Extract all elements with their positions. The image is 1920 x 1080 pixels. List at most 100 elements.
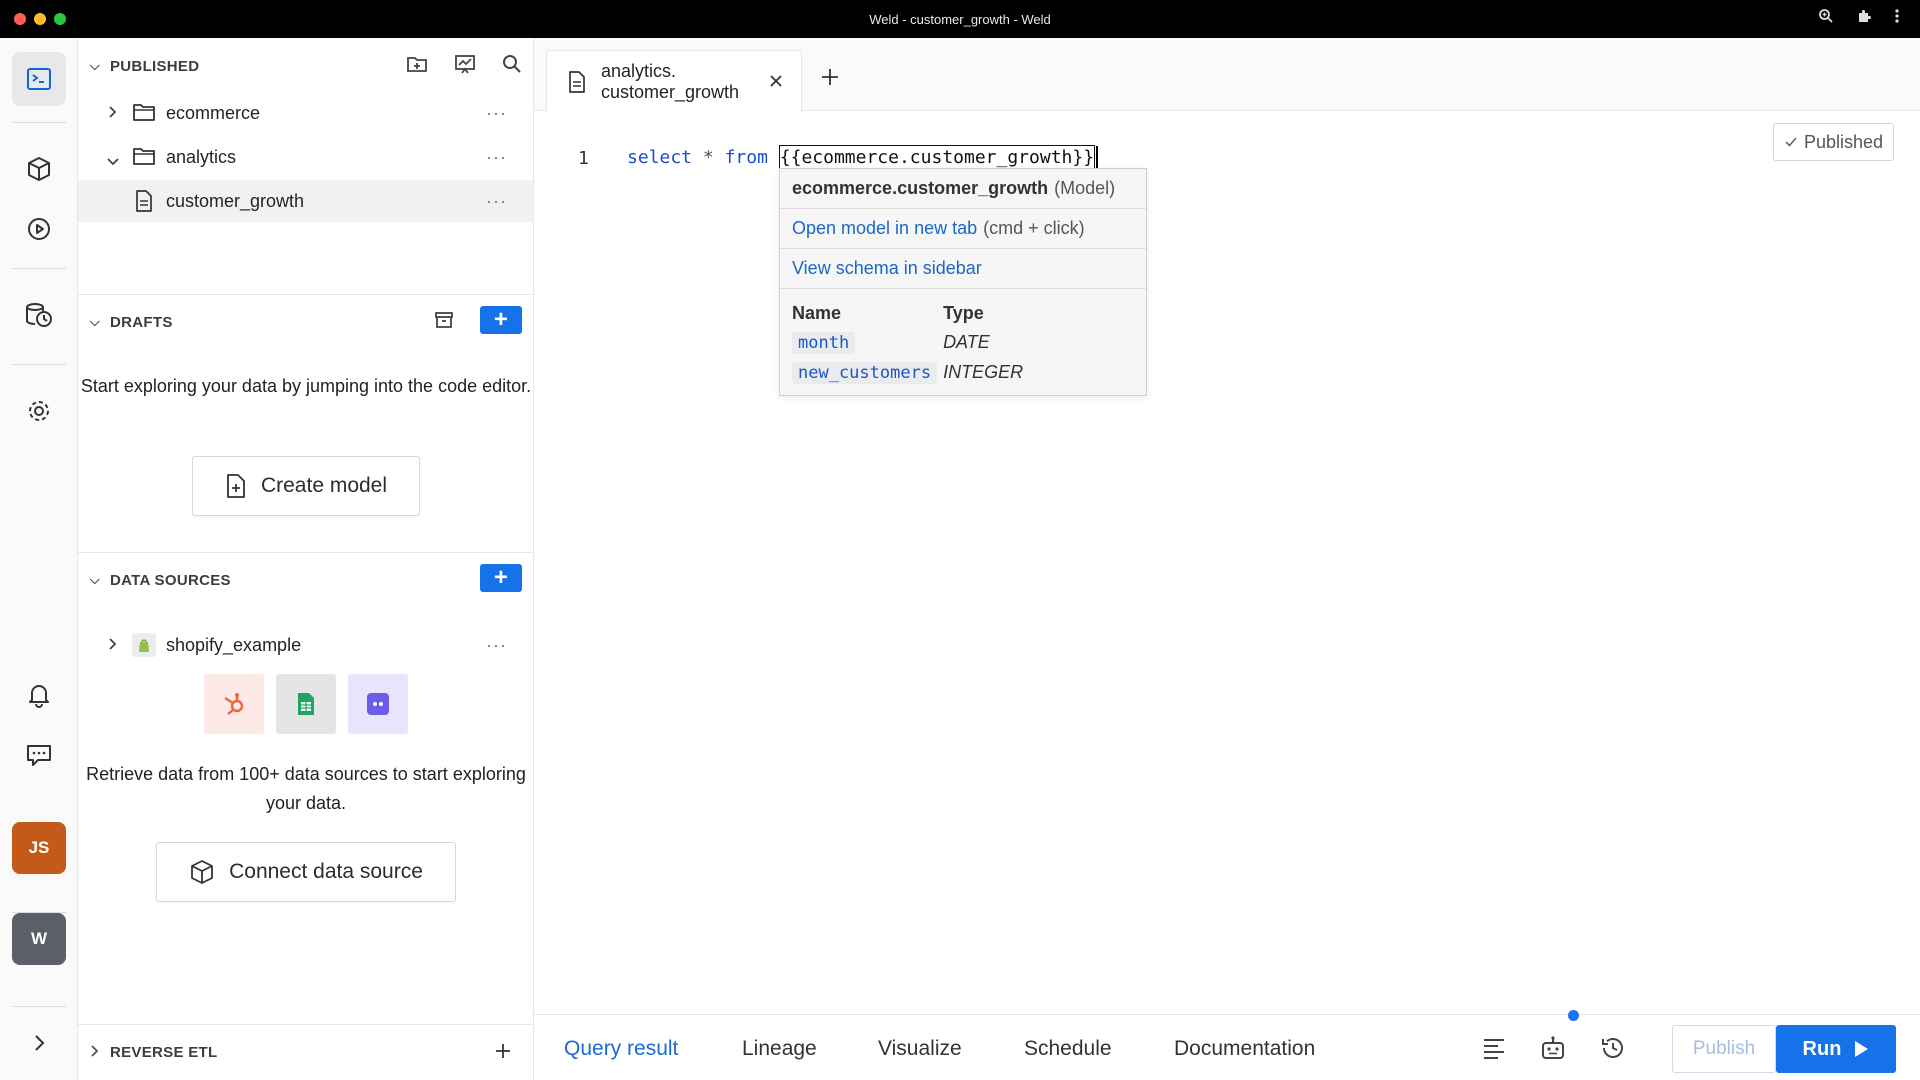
data-sources-section-header[interactable]: ⌵ DATA SOURCES + (78, 560, 534, 600)
connect-data-source-button[interactable]: Connect data source (156, 842, 456, 902)
hubspot-icon (224, 693, 244, 715)
popup-model-row: ecommerce.customer_growth (Model) (780, 169, 1146, 209)
rail-divider (12, 122, 66, 123)
tab-documentation[interactable]: Documentation (1174, 1037, 1315, 1061)
history-icon[interactable] (1600, 1035, 1626, 1061)
play-icon (1855, 1041, 1869, 1057)
create-model-label: Create model (260, 474, 388, 497)
ai-assistant-robot-icon[interactable] (1540, 1035, 1566, 1061)
column-type: INTEGER (943, 361, 1024, 382)
dashboard-icon[interactable] (454, 54, 476, 74)
plus-icon: + (493, 564, 509, 591)
editor-tabbar: analytics. customer_growth (534, 38, 1920, 112)
new-folder-icon[interactable] (406, 54, 428, 74)
rail-notifications-button[interactable] (12, 668, 66, 722)
run-button[interactable]: Run (1776, 1025, 1896, 1073)
rail-history-button[interactable] (12, 288, 66, 342)
rail-orchestration-button[interactable] (12, 202, 66, 256)
code-line[interactable]: 1 select * from {{ecommerce.customer_gro… (534, 138, 1920, 178)
connect-data-source-label: Connect data source (229, 860, 423, 883)
more-horizontal-icon[interactable]: ··· (486, 635, 507, 656)
rail-editor-button[interactable] (12, 52, 66, 106)
bell-icon (29, 685, 49, 708)
model-reference[interactable]: {{ecommerce.customer_growth}} (778, 145, 1096, 170)
schema-header-type: Type (943, 302, 984, 323)
shopify-icon (132, 633, 156, 657)
drafts-header-label: DRAFTS (110, 313, 173, 331)
add-data-source-button[interactable]: + (480, 564, 522, 592)
puzzle-extension-icon[interactable] (1856, 8, 1872, 24)
view-schema-link[interactable]: View schema in sidebar (792, 258, 982, 279)
user-avatar[interactable]: JS (12, 822, 66, 874)
rail-chat-button[interactable] (12, 728, 66, 782)
add-draft-button[interactable]: + (480, 306, 522, 334)
hubspot-tile[interactable] (204, 674, 264, 734)
discord-icon (367, 693, 389, 715)
text-cursor (1096, 146, 1099, 170)
tree-item-label: customer_growth (166, 190, 305, 211)
column-type: DATE (943, 331, 990, 352)
rail-expand-button[interactable] (12, 1016, 66, 1070)
create-model-button[interactable]: Create model (192, 456, 420, 516)
history-db-icon (26, 303, 52, 327)
reverse-etl-header-label: REVERSE ETL (110, 1043, 218, 1061)
more-horizontal-icon[interactable]: ··· (486, 147, 507, 168)
file-icon (569, 70, 585, 93)
more-horizontal-icon[interactable]: ··· (486, 191, 507, 212)
more-vertical-icon[interactable] (1894, 8, 1900, 24)
google-sheets-tile[interactable] (276, 674, 336, 734)
tree-item-label: analytics (166, 146, 237, 167)
file-icon (134, 190, 154, 217)
window-titlebar: Weld - customer_growth - Weld (0, 0, 1920, 38)
tab-label: analytics. customer_growth (601, 61, 739, 103)
plus-icon[interactable] (494, 1042, 512, 1060)
archive-icon[interactable] (434, 310, 454, 330)
tree-item-label: ecommerce (166, 102, 261, 123)
tab-query-result[interactable]: Query result (564, 1037, 678, 1061)
tree-item-analytics[interactable]: analytics ··· (78, 136, 533, 178)
data-sources-header-label: DATA SOURCES (110, 571, 231, 589)
zoom-icon[interactable] (1818, 8, 1834, 24)
settings-gear-icon (29, 401, 49, 421)
rail-settings-button[interactable] (12, 384, 66, 438)
chevron-down-icon: ⌵ (89, 58, 101, 73)
keyword-select: select (627, 147, 693, 168)
workspace-avatar[interactable]: W (12, 913, 66, 965)
chevron-down-icon (105, 151, 121, 172)
model-hover-popup: ecommerce.customer_growth (Model) Open m… (779, 168, 1147, 396)
close-icon[interactable] (769, 71, 783, 94)
editor-bottom-bar: Query result Lineage Visualize Schedule … (534, 1010, 1920, 1080)
code-text[interactable]: select * from {{ecommerce.customer_growt… (627, 145, 1099, 170)
section-divider (78, 294, 534, 295)
tab-lineage[interactable]: Lineage (742, 1037, 817, 1061)
popup-open-hint: (cmd + click) (983, 218, 1085, 238)
tab-schedule[interactable]: Schedule (1024, 1037, 1112, 1061)
drafts-section-header[interactable]: ⌵ DRAFTS + (78, 302, 534, 342)
published-section-header[interactable]: ⌵ PUBLISHED (78, 46, 534, 86)
popup-schema-row: View schema in sidebar (780, 249, 1146, 289)
tab-visualize[interactable]: Visualize (878, 1037, 962, 1061)
popup-model-tag: (Model) (1054, 178, 1116, 198)
new-tab-button[interactable] (820, 62, 840, 94)
search-icon[interactable] (502, 54, 522, 74)
schema-row: new_customers INTEGER (792, 357, 1029, 387)
rail-divider (12, 1006, 66, 1007)
publish-button[interactable]: Publish (1672, 1025, 1776, 1073)
discord-tile[interactable] (348, 674, 408, 734)
tree-item-customer-growth[interactable]: customer_growth ··· (78, 180, 533, 222)
tree-item-shopify-example[interactable]: shopify_example ··· (78, 624, 533, 666)
chevron-down-icon: ⌵ (89, 572, 101, 587)
more-horizontal-icon[interactable]: ··· (486, 103, 507, 124)
tab-label-line2: customer_growth (601, 81, 740, 102)
format-lines-icon[interactable] (1482, 1037, 1506, 1059)
rail-models-button[interactable] (12, 142, 66, 196)
tab-customer-growth[interactable]: analytics. customer_growth (546, 50, 802, 112)
open-model-new-tab-link[interactable]: Open model in new tab (792, 218, 977, 239)
reverse-etl-section-header[interactable]: REVERSE ETL (78, 1032, 534, 1072)
folder-icon (132, 102, 156, 127)
app-window: JS W ⌵ PUBLISHED ecommerce ··· analytics… (0, 38, 1920, 1080)
plus-icon: + (493, 306, 509, 333)
tree-item-ecommerce[interactable]: ecommerce ··· (78, 92, 533, 134)
editor-panel: analytics. customer_growth Published 1 s… (534, 38, 1920, 1080)
left-rail: JS W (0, 38, 78, 1080)
